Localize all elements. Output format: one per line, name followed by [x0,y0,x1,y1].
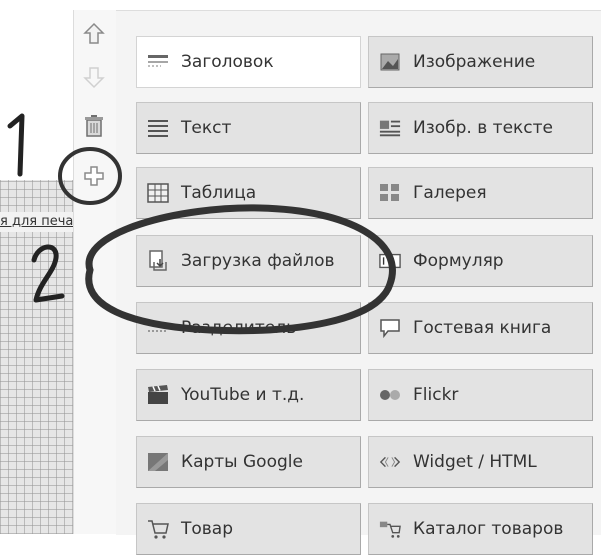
element-label: Текст [181,118,232,138]
form-icon [379,250,401,272]
image-icon [379,51,401,73]
element-toolbar [73,10,117,534]
element-heading-button[interactable]: Заголовок [136,36,361,88]
separator-icon [147,317,169,339]
element-image-in-text-button[interactable]: Изобр. в тексте [368,102,593,154]
heading-icon [147,51,169,73]
file-upload-icon [147,250,169,272]
element-product-button[interactable]: Товар [136,503,361,555]
flickr-icon [379,384,401,406]
element-text-button[interactable]: Текст [136,102,361,154]
map-icon [147,451,169,473]
trash-icon [85,115,103,137]
element-image-button[interactable]: Изображение [368,36,593,88]
element-label: Галерея [413,183,487,203]
guestbook-icon [379,317,401,339]
element-guestbook-button[interactable]: Гостевая книга [368,302,593,354]
element-flickr-button[interactable]: Flickr [368,369,593,421]
product-icon [147,518,169,540]
element-video-button[interactable]: YouTube и т.д. [136,369,361,421]
element-label: Карты Google [181,452,303,472]
element-label: Изображение [413,52,536,72]
element-label: YouTube и т.д. [181,385,305,405]
text-icon [147,117,169,139]
delete-button[interactable] [78,110,110,142]
element-label: Таблица [181,183,257,203]
element-label: Заголовок [181,52,274,72]
image-in-text-icon [379,117,401,139]
element-table-button[interactable]: Таблица [136,167,361,219]
element-label: Загрузка файлов [181,251,335,271]
element-label: Каталог товаров [413,519,564,539]
arrow-down-icon [83,67,105,89]
element-label: Widget / HTML [413,452,537,472]
element-map-button[interactable]: Карты Google [136,436,361,488]
element-label: Товар [181,519,234,539]
gallery-icon [379,182,401,204]
element-label: Формуляр [413,251,504,271]
element-form-button[interactable]: Формуляр [368,235,593,287]
catalog-icon [379,518,401,540]
element-file-upload-button[interactable]: Загрузка файлов [136,235,361,287]
element-gallery-button[interactable]: Галерея [368,167,593,219]
element-widget-html-button[interactable]: Widget / HTML [368,436,593,488]
element-label: Гостевая книга [413,318,552,338]
element-separator-button[interactable]: Разделитель [136,302,361,354]
element-label: Разделитель [181,318,297,338]
element-label: Flickr [413,385,459,405]
move-up-button[interactable] [78,18,110,50]
element-catalog-button[interactable]: Каталог товаров [368,503,593,555]
element-label: Изобр. в тексте [413,118,554,138]
table-icon [147,182,169,204]
move-down-button[interactable] [78,62,110,94]
code-icon [379,451,401,473]
arrow-up-icon [83,22,105,44]
add-element-button[interactable] [78,160,110,192]
video-icon [147,384,169,406]
plus-icon [84,166,104,186]
